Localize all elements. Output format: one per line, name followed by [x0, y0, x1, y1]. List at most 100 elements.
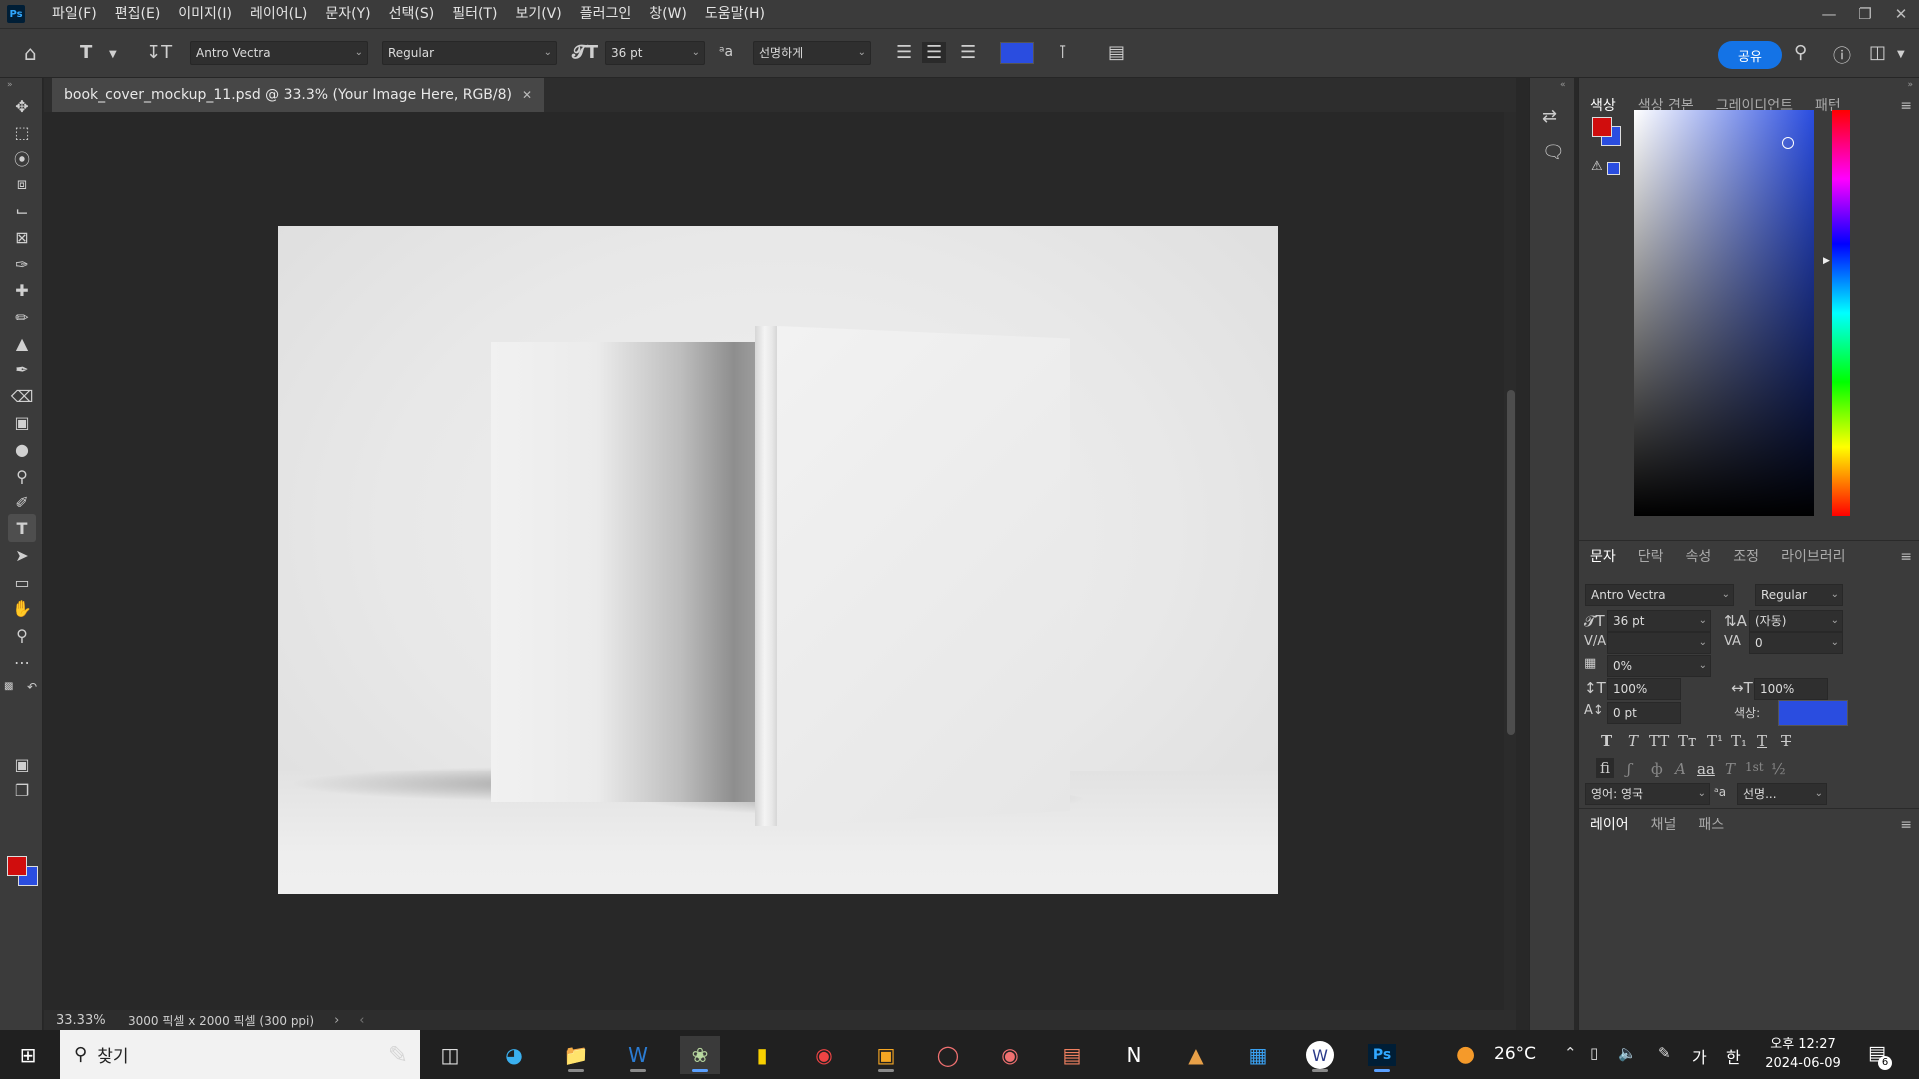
warp-text-icon[interactable]: ⊺ — [1058, 42, 1067, 63]
align-left-icon[interactable]: ☰ — [896, 42, 912, 63]
media-player-icon[interactable]: ◉ — [990, 1036, 1030, 1074]
close-tab-icon[interactable]: ✕ — [522, 88, 532, 102]
gamut-color-swatch[interactable] — [1607, 162, 1620, 175]
text-color-swatch[interactable] — [1778, 700, 1848, 726]
subscript-icon[interactable]: T₁ — [1731, 732, 1747, 750]
zoom-tool-icon[interactable]: ⚲ — [8, 621, 36, 649]
healing-brush-tool-icon[interactable]: ✚ — [8, 276, 36, 304]
antialias-select[interactable]: 선명... ⌄ — [1737, 783, 1827, 805]
out-of-gamut-warning-icon[interactable]: ⚠ — [1591, 159, 1603, 174]
titling-alternates-icon[interactable]: aa — [1697, 760, 1715, 778]
superscript-icon[interactable]: T¹ — [1707, 732, 1723, 750]
color-picker-handle[interactable] — [1782, 137, 1794, 149]
foreground-color-swatch[interactable] — [1592, 117, 1612, 137]
font-size-field[interactable]: 36 pt ⌄ — [1607, 610, 1711, 632]
faux-italic-icon[interactable]: T — [1628, 732, 1638, 750]
text-color-swatch[interactable] — [1000, 42, 1034, 64]
minimize-icon[interactable]: — — [1811, 0, 1847, 28]
dodge-tool-icon[interactable]: ⚲ — [8, 462, 36, 490]
home-icon[interactable]: ⌂ — [24, 41, 37, 65]
font-family-select[interactable]: Antro Vectra ⌄ — [190, 41, 368, 65]
volume-icon[interactable]: 🔈 — [1618, 1044, 1637, 1062]
app-icon[interactable]: ❀ — [680, 1036, 720, 1074]
path-selection-tool-icon[interactable]: ➤ — [8, 541, 36, 569]
tab-libraries[interactable]: 라이브러리 — [1770, 541, 1856, 573]
notion-icon[interactable]: N — [1114, 1036, 1154, 1074]
sticky-notes-icon[interactable]: ▮ — [742, 1036, 782, 1074]
strikethrough-icon[interactable]: T — [1781, 732, 1791, 750]
edge-icon[interactable]: ◕ — [494, 1036, 534, 1074]
gradient-tool-icon[interactable]: ▣ — [8, 408, 36, 436]
tab-paragraph[interactable]: 단락 — [1627, 541, 1675, 573]
zoom-level[interactable]: 33.33% — [56, 1013, 128, 1028]
start-button[interactable]: ⊞ — [8, 1036, 48, 1074]
underline-icon[interactable]: T — [1757, 732, 1767, 750]
history-brush-tool-icon[interactable]: ✒ — [8, 355, 36, 383]
clone-stamp-tool-icon[interactable]: ▲ — [8, 329, 36, 357]
font-size-field[interactable]: 36 pt ⌄ — [605, 41, 705, 65]
tab-adjustments[interactable]: 조정 — [1722, 541, 1770, 573]
brush-tool-icon[interactable]: ✏ — [8, 303, 36, 331]
tab-channels[interactable]: 채널 — [1640, 809, 1688, 841]
type-tool-preset-icon[interactable]: T — [80, 42, 92, 63]
menu-file[interactable]: 파일(F) — [43, 0, 106, 28]
help-icon[interactable]: ⓘ — [1833, 42, 1851, 68]
collapse-icon[interactable]: » — [7, 80, 13, 90]
hand-tool-icon[interactable]: ✋ — [8, 594, 36, 622]
font-style-select[interactable]: Regular ⌄ — [1755, 584, 1843, 606]
taskbar-search-box[interactable]: ⚲ 찾기 ✎ — [60, 1030, 420, 1079]
menu-view[interactable]: 보기(V) — [506, 0, 570, 28]
font-style-select[interactable]: Regular ⌄ — [382, 41, 557, 65]
leading-field[interactable]: (자동) ⌄ — [1749, 610, 1843, 632]
swap-colors-icon[interactable]: ↶ — [27, 680, 37, 694]
panel-menu-icon[interactable]: ≡ — [1900, 98, 1912, 114]
clock[interactable]: 오후 12:27 2024-06-09 — [1758, 1035, 1848, 1073]
color-field[interactable] — [1634, 110, 1814, 516]
rectangle-tool-icon[interactable]: ▭ — [8, 568, 36, 596]
tab-character[interactable]: 문자 — [1579, 541, 1627, 573]
scroll-left-icon[interactable]: ‹ — [359, 1013, 364, 1028]
menu-type[interactable]: 문자(Y) — [316, 0, 379, 28]
document-app-icon[interactable]: ▤ — [1052, 1036, 1092, 1074]
battery-icon[interactable]: ▯ — [1590, 1044, 1598, 1062]
creative-cloud-icon[interactable]: ◯ — [928, 1036, 968, 1074]
chrome-icon[interactable]: ◉ — [804, 1036, 844, 1074]
vertical-scale-field[interactable]: 100% — [1607, 678, 1681, 700]
menu-help[interactable]: 도움말(H) — [696, 0, 774, 28]
package-app-icon[interactable]: ▲ — [1176, 1036, 1216, 1074]
object-select-tool-icon[interactable]: ⧈ — [8, 170, 36, 198]
quick-mask-icon[interactable]: ▣ — [8, 750, 36, 778]
chevron-down-icon[interactable]: ▼ — [1897, 49, 1905, 60]
ordinals-icon[interactable]: T — [1725, 760, 1735, 778]
baseline-shift-field[interactable]: 0 pt — [1607, 702, 1681, 724]
temperature[interactable]: 26°C — [1494, 1044, 1536, 1064]
weather-icon[interactable]: ● — [1456, 1042, 1475, 1067]
move-tool-icon[interactable]: ✥ — [8, 92, 36, 120]
collapse-icon[interactable]: » — [1907, 80, 1913, 90]
menu-plugins[interactable]: 플러그인 — [571, 0, 641, 28]
font-family-select[interactable]: Antro Vectra ⌄ — [1585, 584, 1734, 606]
vertical-scroll-thumb[interactable] — [1507, 390, 1515, 735]
text-orientation-icon[interactable]: ↧T — [146, 42, 172, 63]
writing-app-icon[interactable]: W — [1300, 1036, 1340, 1074]
menu-edit[interactable]: 편집(E) — [106, 0, 170, 28]
menu-image[interactable]: 이미지(I) — [169, 0, 241, 28]
workspace-icon[interactable]: ◫ — [1869, 42, 1886, 63]
store-icon[interactable]: ▦ — [1238, 1036, 1278, 1074]
panel-menu-icon[interactable]: ≡ — [1900, 817, 1912, 833]
blur-tool-icon[interactable]: ● — [8, 435, 36, 463]
pen-tool-icon[interactable]: ✐ — [8, 488, 36, 516]
crop-tool-icon[interactable]: ⌙ — [8, 196, 36, 224]
menu-filter[interactable]: 필터(T) — [443, 0, 506, 28]
type-tool-icon[interactable]: T — [8, 514, 36, 542]
document-canvas[interactable] — [278, 226, 1278, 894]
language-select[interactable]: 영어: 영국 ⌄ — [1585, 783, 1710, 805]
task-view-icon[interactable]: ◫ — [430, 1036, 470, 1074]
search-icon[interactable]: ⚲ — [1794, 42, 1807, 63]
document-tab[interactable]: book_cover_mockup_11.psd @ 33.3% (Your I… — [52, 78, 545, 112]
lasso-tool-icon[interactable]: ⦿ — [8, 144, 36, 172]
expand-icon[interactable]: « — [1560, 80, 1566, 90]
tab-properties[interactable]: 속성 — [1675, 541, 1723, 573]
tracking-field[interactable]: 0 ⌄ — [1749, 632, 1843, 654]
pen-icon[interactable]: ✎ — [1658, 1044, 1671, 1062]
